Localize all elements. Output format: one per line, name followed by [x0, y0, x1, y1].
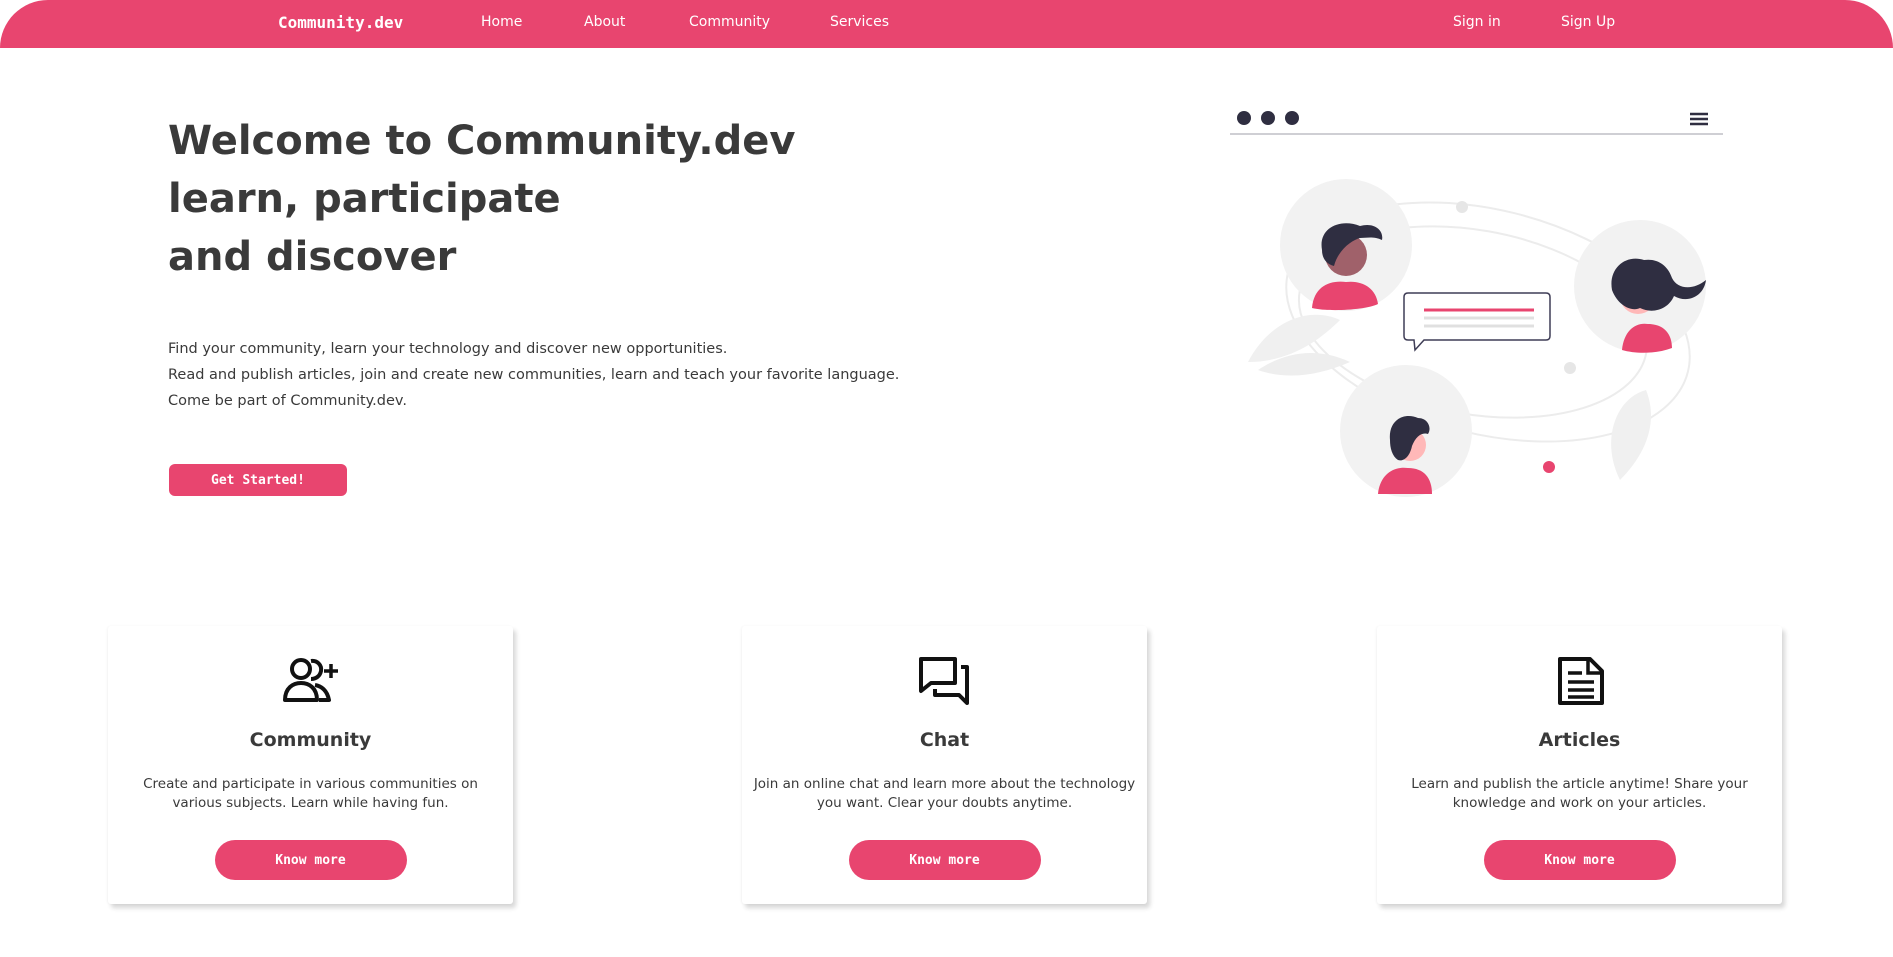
- hero-title-line: Welcome to Community.dev: [168, 118, 796, 164]
- nav-link-about[interactable]: About: [584, 14, 625, 30]
- sign-in-link[interactable]: Sign in: [1453, 14, 1501, 30]
- chat-icon: [918, 657, 969, 705]
- know-more-button[interactable]: Know more: [848, 840, 1041, 880]
- window-dots-icon: [1237, 111, 1299, 125]
- top-navbar: Community.dev Home About Community Servi…: [0, 0, 1893, 48]
- know-more-button[interactable]: Know more: [1483, 840, 1676, 880]
- card-title: Chat: [919, 729, 970, 751]
- feature-card-articles: Articles Learn and publish the article a…: [1377, 626, 1782, 904]
- card-description: Learn and publish the article anytime! S…: [1411, 776, 1748, 811]
- card-title: Articles: [1538, 729, 1621, 751]
- person-avatar-icon: [1574, 220, 1706, 353]
- card-description: Join an online chat and learn more about…: [753, 776, 1136, 811]
- get-started-button[interactable]: Get Started!: [169, 464, 347, 496]
- nav-link-home[interactable]: Home: [481, 14, 522, 30]
- feature-card-community: Community Create and participate in vari…: [108, 626, 513, 904]
- hero-title-line: learn, participate: [168, 176, 561, 222]
- card-description: Create and participate in various commun…: [143, 776, 478, 811]
- feature-card-chat: Chat Join an online chat and learn more …: [742, 626, 1147, 904]
- nav-link-services[interactable]: Services: [830, 14, 889, 30]
- person-avatar-icon: [1280, 179, 1412, 311]
- sign-up-link[interactable]: Sign Up: [1561, 14, 1615, 30]
- brand-logo-link[interactable]: Community.dev: [278, 13, 403, 32]
- hero-description-line: Find your community, learn your technolo…: [168, 341, 728, 357]
- hero-title-line: and discover: [168, 234, 457, 280]
- chat-bubble-icon: [1403, 292, 1551, 352]
- article-icon: [1557, 657, 1604, 705]
- know-more-button[interactable]: Know more: [214, 840, 407, 880]
- card-title: Community: [249, 729, 372, 751]
- hamburger-menu-icon: [1690, 112, 1708, 126]
- person-avatar-icon: [1340, 365, 1472, 497]
- hero-description: Find your community, learn your technolo…: [168, 336, 928, 414]
- hero-description-line: Come be part of Community.dev.: [168, 393, 407, 409]
- nav-link-community[interactable]: Community: [689, 14, 770, 30]
- add-user-icon: [282, 658, 338, 702]
- hero-illustration: [1230, 111, 1723, 497]
- hero-title: Welcome to Community.dev learn, particip…: [168, 112, 928, 286]
- hero-description-line: Read and publish articles, join and crea…: [168, 367, 900, 383]
